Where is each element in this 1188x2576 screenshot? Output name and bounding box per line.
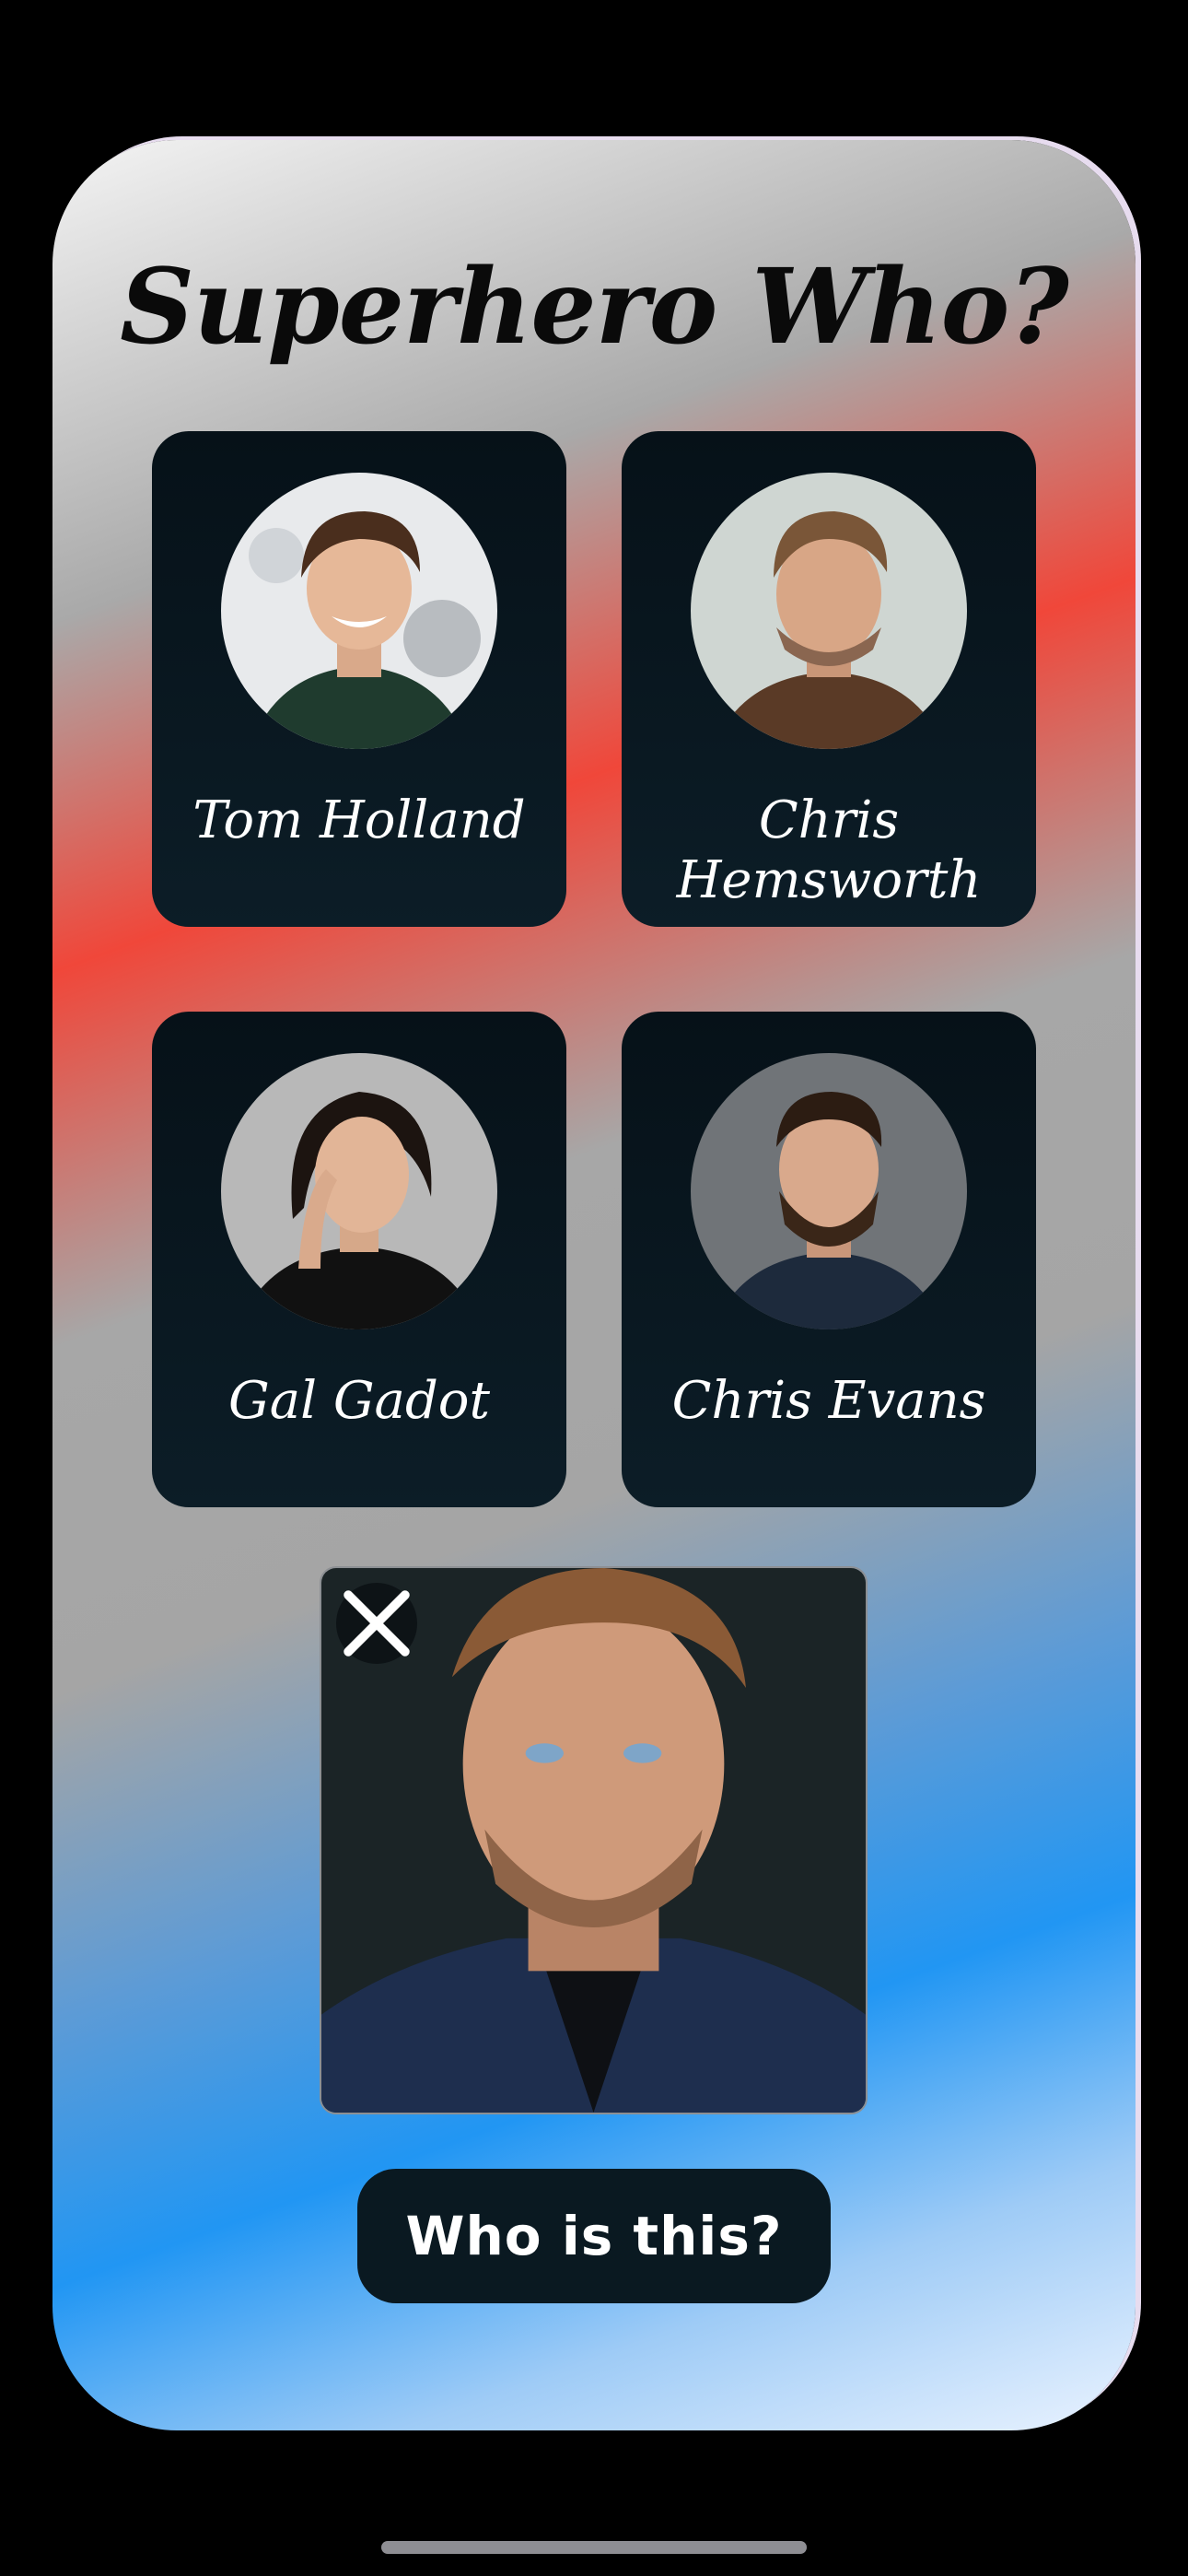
close-icon	[344, 1590, 410, 1657]
portrait-icon	[221, 1053, 497, 1329]
close-button[interactable]	[336, 1583, 417, 1664]
hero-name: Gal Gadot	[227, 1371, 491, 1431]
hero-photo	[221, 1053, 497, 1329]
hero-card-chris-hemsworth[interactable]: Chris Hemsworth	[622, 431, 1036, 927]
home-indicator[interactable]	[381, 2541, 807, 2554]
hero-photo	[691, 473, 967, 749]
who-is-this-button[interactable]: Who is this?	[357, 2169, 831, 2303]
portrait-icon	[691, 473, 967, 749]
hero-card-gal-gadot[interactable]: Gal Gadot	[152, 1012, 566, 1507]
hero-name: Chris Hemsworth	[676, 790, 982, 910]
portrait-icon	[691, 1053, 967, 1329]
page-title: Superhero Who?	[120, 247, 1069, 368]
mystery-photo	[320, 1566, 868, 2114]
hero-name: Tom Holland	[192, 790, 526, 850]
hero-card-tom-holland[interactable]: Tom Holland	[152, 431, 566, 927]
portrait-icon	[221, 473, 497, 749]
hero-photo	[691, 1053, 967, 1329]
hero-photo	[221, 473, 497, 749]
hero-card-chris-evans[interactable]: Chris Evans	[622, 1012, 1036, 1507]
app-screen: Superhero Who? Tom Holland Chris Hemswor…	[0, 0, 1188, 2576]
hero-name: Chris Evans	[671, 1371, 986, 1431]
